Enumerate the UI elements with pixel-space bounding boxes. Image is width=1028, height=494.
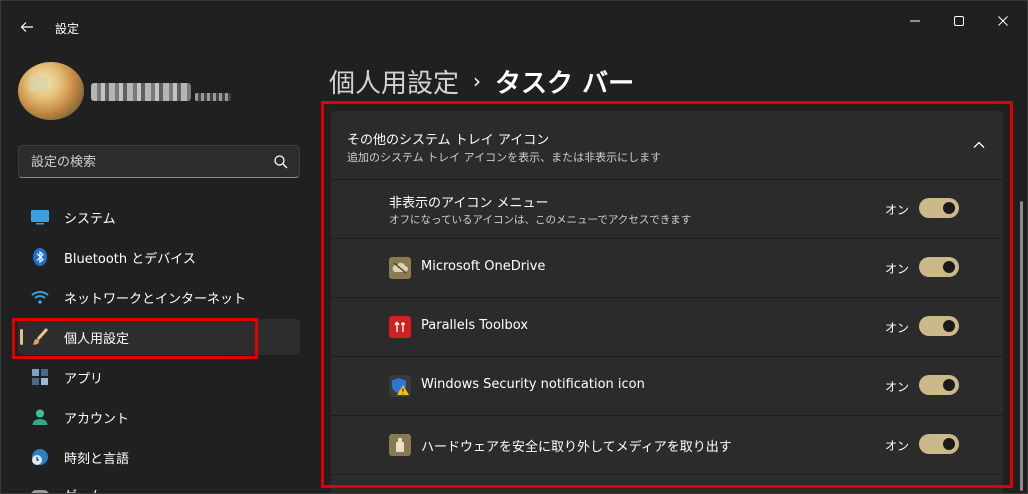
sidebar-item-label: システム xyxy=(64,211,116,227)
close-button[interactable] xyxy=(989,11,1017,31)
sidebar-item-accounts[interactable]: アカウント xyxy=(18,399,300,435)
apps-icon xyxy=(30,367,50,387)
breadcrumb: 個人用設定 › タスク バー xyxy=(329,61,634,101)
account-icon xyxy=(30,407,50,427)
sidebar-item-label: アプリ xyxy=(64,371,104,387)
maximize-icon xyxy=(954,16,964,26)
time-language-icon xyxy=(30,447,50,467)
minimize-button[interactable] xyxy=(901,11,929,31)
app-title: 設定 xyxy=(55,22,80,36)
breadcrumb-parent[interactable]: 個人用設定 xyxy=(329,63,459,100)
search-icon[interactable] xyxy=(273,154,289,170)
title-bar: 設定 xyxy=(1,1,1027,49)
avatar[interactable] xyxy=(18,62,84,120)
close-icon xyxy=(998,16,1008,26)
system-icon xyxy=(30,207,50,227)
username-redacted xyxy=(91,81,231,105)
settings-window: 設定 システム xyxy=(0,0,1028,494)
highlight-box-nav xyxy=(12,318,258,359)
highlight-box-panel xyxy=(321,101,1013,488)
sidebar-item-system[interactable]: システム xyxy=(18,199,300,235)
sidebar-item-time-language[interactable]: 時刻と言語 xyxy=(18,439,300,475)
sidebar-item-apps[interactable]: アプリ xyxy=(18,359,300,395)
sidebar-item-label: ネットワークとインターネット xyxy=(64,291,247,307)
gaming-icon xyxy=(30,485,50,493)
sidebar-item-gaming[interactable]: ゲーム xyxy=(18,479,300,493)
sidebar-item-label: Bluetooth とデバイス xyxy=(64,251,196,267)
maximize-button[interactable] xyxy=(945,11,973,31)
search-input[interactable] xyxy=(31,152,261,172)
sidebar-item-label: 時刻と言語 xyxy=(64,451,130,467)
page-title: タスク バー xyxy=(495,68,635,99)
scrollbar[interactable] xyxy=(1020,201,1023,491)
bluetooth-icon xyxy=(30,247,50,267)
minimize-icon xyxy=(910,20,920,22)
back-button[interactable] xyxy=(15,15,39,39)
sidebar-item-label: アカウント xyxy=(64,411,130,427)
sidebar-item-bluetooth[interactable]: Bluetooth とデバイス xyxy=(18,239,300,275)
wifi-icon xyxy=(30,287,50,307)
back-arrow-icon xyxy=(20,22,33,32)
sidebar-item-label: ゲーム xyxy=(64,485,103,493)
search-box[interactable] xyxy=(18,145,300,178)
sidebar-item-network[interactable]: ネットワークとインターネット xyxy=(18,279,300,315)
breadcrumb-separator: › xyxy=(473,69,482,93)
